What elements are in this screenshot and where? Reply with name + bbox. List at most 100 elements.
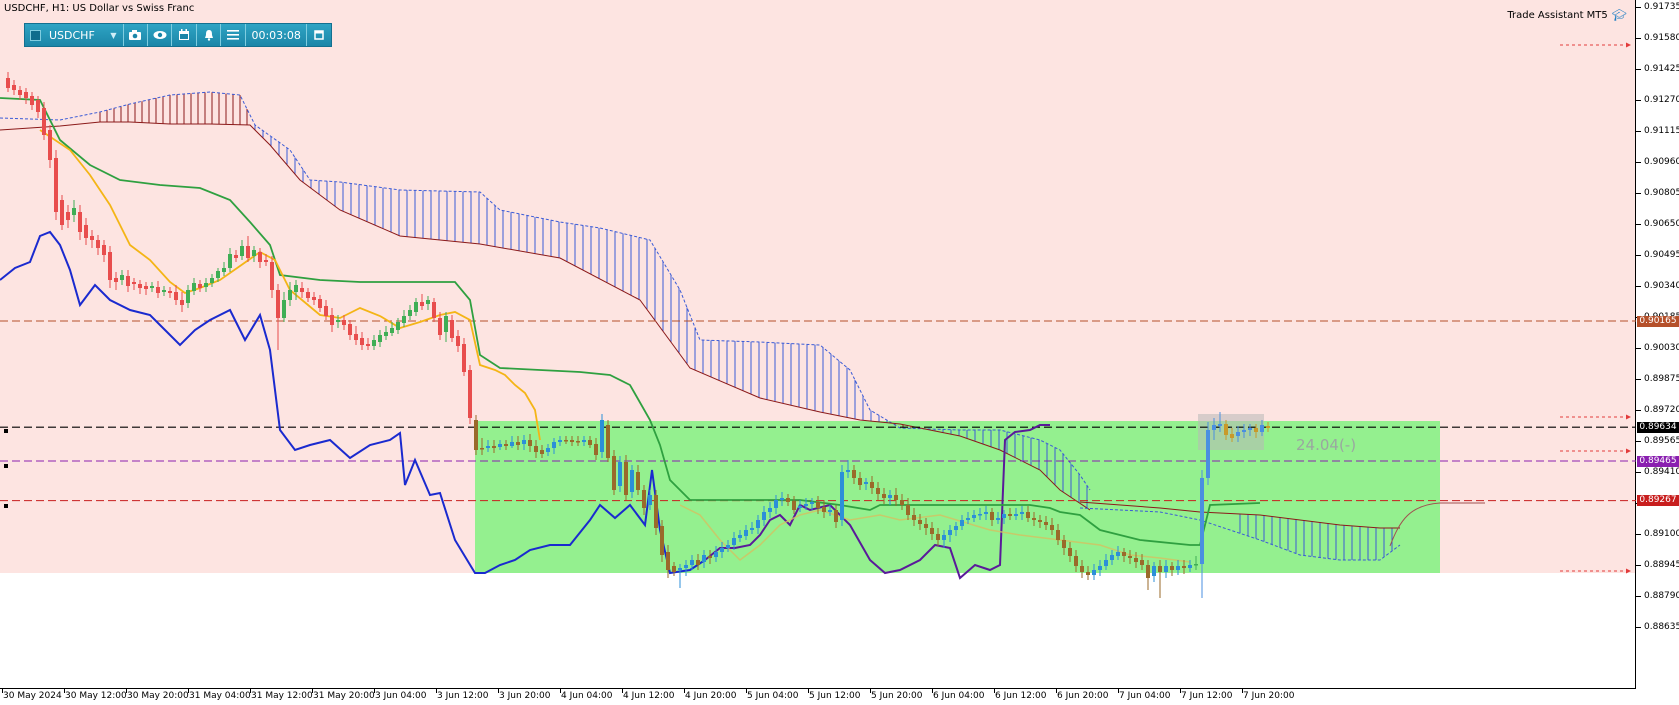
- candle-body: [1164, 566, 1168, 572]
- candle-body: [1014, 514, 1018, 516]
- price-tick-label: 0.89410: [1644, 467, 1679, 477]
- price-tick-label: 0.89100: [1644, 529, 1679, 539]
- calendar-button[interactable]: [172, 24, 197, 46]
- candle-body: [366, 344, 370, 346]
- candle-body: [1170, 566, 1174, 570]
- candle-body: [636, 472, 640, 490]
- candle-body: [834, 510, 838, 522]
- candle-body: [666, 552, 670, 570]
- candle-body: [348, 324, 352, 335]
- candle-body: [522, 440, 526, 444]
- time-tick-label: 3 Jun 04:00: [375, 691, 427, 701]
- candle-body: [1200, 478, 1204, 564]
- candle-body: [1218, 424, 1222, 426]
- time-tick-label: 6 Jun 20:00: [1057, 691, 1109, 701]
- candle-body: [426, 300, 430, 304]
- candle-body: [702, 555, 706, 562]
- price-tick-label: 0.91270: [1644, 95, 1679, 105]
- price-tick-label: 0.90030: [1644, 343, 1679, 353]
- candle-body: [1230, 434, 1234, 438]
- price-tick-mark: [1636, 565, 1641, 566]
- candle-body: [510, 442, 514, 446]
- candle-body: [918, 520, 922, 524]
- window-button[interactable]: [307, 24, 330, 46]
- candle-body: [882, 494, 886, 498]
- candle-body: [378, 335, 382, 342]
- candle-body: [960, 520, 964, 526]
- candle-body: [1020, 512, 1024, 514]
- candle-body: [1152, 566, 1156, 576]
- price-chart[interactable]: [0, 0, 1636, 689]
- candle-body: [498, 444, 502, 447]
- candle-body: [468, 370, 472, 418]
- candle-body: [330, 315, 334, 325]
- candle-body: [516, 442, 520, 445]
- candle-body: [1266, 426, 1270, 428]
- candle-body: [222, 268, 226, 272]
- candle-body: [720, 548, 724, 552]
- candle-body: [810, 502, 814, 504]
- candle-body: [1032, 518, 1036, 520]
- candle-body: [1224, 424, 1228, 435]
- candle-body: [1248, 428, 1252, 430]
- trade-assistant-label[interactable]: Trade Assistant MT5 🎓︎: [1507, 8, 1627, 22]
- menu-button[interactable]: [221, 24, 246, 46]
- candle-body: [1026, 512, 1030, 518]
- candle-body: [534, 446, 538, 452]
- view-button[interactable]: [148, 24, 173, 46]
- candle-body: [594, 444, 598, 455]
- candle-body: [1056, 530, 1060, 540]
- candle-body: [234, 255, 238, 258]
- candle-body: [912, 515, 916, 520]
- alerts-button[interactable]: [197, 24, 222, 46]
- candle-body: [660, 526, 664, 555]
- candle-body: [90, 236, 94, 240]
- candle-body: [894, 495, 898, 500]
- candle-body: [138, 284, 142, 288]
- candle-body: [132, 282, 136, 284]
- price-level-label: 0.89267: [1637, 495, 1679, 507]
- candle-body: [774, 500, 778, 508]
- price-tick-label: 0.90650: [1644, 219, 1679, 229]
- candle-body: [684, 565, 688, 568]
- candle-body: [438, 318, 442, 335]
- candle-body: [282, 300, 286, 318]
- chevron-down-icon: ▼: [110, 30, 117, 40]
- candle-body: [114, 278, 118, 282]
- candle-body: [780, 498, 784, 500]
- menu-icon: [227, 30, 240, 40]
- candle-body: [900, 500, 904, 505]
- price-tick-label: 0.90805: [1644, 188, 1679, 198]
- candle-body: [396, 322, 400, 330]
- candle-body: [1104, 560, 1108, 566]
- candle-body: [1092, 570, 1096, 575]
- candle-body: [870, 482, 874, 488]
- screenshot-button[interactable]: [124, 24, 148, 46]
- candle-body: [1062, 540, 1066, 548]
- time-tick-label: 3 Jun 20:00: [499, 691, 551, 701]
- price-tick-mark: [1636, 224, 1641, 225]
- candle-body: [1134, 558, 1138, 562]
- price-tick-mark: [1636, 7, 1641, 8]
- chart-area[interactable]: [0, 0, 1636, 689]
- candle-body: [1146, 565, 1150, 578]
- candle-body: [1050, 525, 1054, 530]
- candle-body: [228, 254, 232, 268]
- candle-body: [840, 472, 844, 520]
- candle-body: [816, 502, 820, 508]
- camera-icon: [129, 30, 142, 40]
- candle-body: [750, 528, 754, 530]
- candle-body: [84, 225, 88, 238]
- candle-body: [1260, 425, 1264, 432]
- price-tick-label: 0.90340: [1644, 281, 1679, 291]
- time-tick-label: 31 May 04:00: [189, 691, 251, 701]
- candle-body: [60, 200, 64, 225]
- candle-body: [1158, 566, 1162, 572]
- candle-body: [804, 504, 808, 506]
- symbol-selector[interactable]: USDCHF ▼: [25, 24, 124, 46]
- candle-body: [1074, 556, 1078, 566]
- candle-body: [126, 276, 130, 286]
- price-tick-mark: [1636, 534, 1641, 535]
- candle-body: [204, 283, 208, 287]
- time-tick-label: 5 Jun 12:00: [809, 691, 861, 701]
